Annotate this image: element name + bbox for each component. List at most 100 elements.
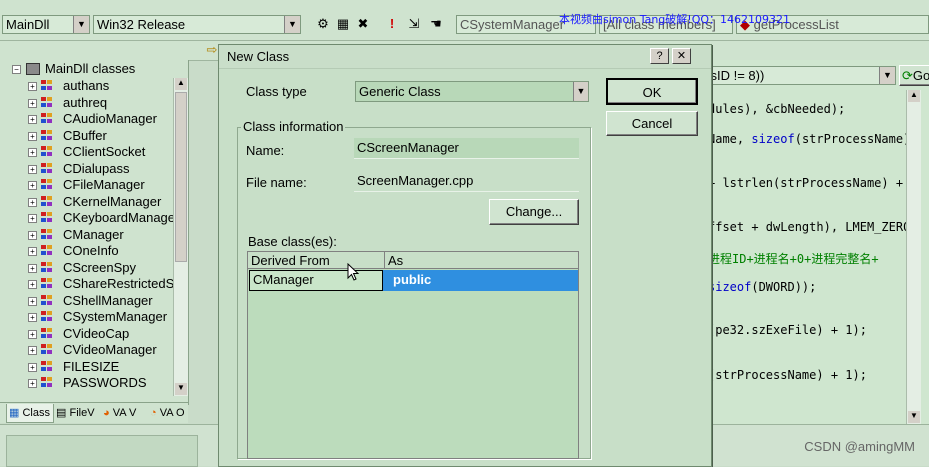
close-icon[interactable]: ✕ [672,48,691,64]
expand-icon[interactable]: + [28,247,37,256]
goto-combo-value: ssID != 8)) [704,68,765,83]
tab-label: FileV [69,407,95,419]
tab-va-outline[interactable]: ◔ VA O [148,404,190,422]
code-token: (DWORD)); [751,280,817,294]
dialog-title: New Class [227,49,290,64]
tree-item-label: CAudioManager [63,111,157,126]
tree-item-label: CFileManager [63,177,145,192]
class-icon [41,195,55,208]
class-icon [41,311,55,323]
tree-item-label: authans [63,78,110,93]
project-combo[interactable]: MainDll ▼ [2,15,90,34]
compile-icon[interactable]: ⚙ [314,15,332,33]
expand-icon[interactable]: + [28,313,37,322]
dialog-titlebar: New Class ? ✕ [219,45,711,69]
expand-icon[interactable]: + [28,362,37,372]
tree-item-label: COneInfo [63,243,119,258]
build-icon[interactable]: ▦ [334,15,352,33]
csdn-watermark: CSDN @amingMM [804,439,915,454]
expand-icon[interactable]: + [28,131,37,141]
expand-icon[interactable]: + [28,280,37,289]
scroll-up-icon[interactable]: ▲ [908,90,920,102]
execute-icon[interactable]: ! [383,15,401,33]
tab-va-view[interactable]: ◕ VA V [101,404,145,422]
tree-item-label: authreq [63,94,108,110]
expand-icon[interactable]: + [28,296,37,306]
help-icon[interactable]: ? [650,48,669,64]
tree-root-label: MainDll classes [45,61,136,76]
scroll-up-icon[interactable]: ▲ [175,78,187,90]
row-as-cell[interactable]: public [383,270,578,291]
class-icon [41,360,55,373]
expand-icon[interactable]: + [28,148,37,157]
code-line: + lstrlen(strProcessName) + [708,176,903,190]
scroll-thumb[interactable] [175,92,187,262]
code-line: (pe32.szExeFile) + 1); [708,323,867,337]
code-token: + lstrlen(strProcessName) + [708,176,904,190]
project-combo-value: MainDll [6,17,50,32]
base-classes-grid[interactable]: Derived From As public CManager [247,251,579,459]
tree-item-label: CKernelManager [63,193,162,209]
expand-icon[interactable]: + [28,181,37,190]
code-line: (strProcessName) + 1); [708,368,867,382]
expand-icon[interactable]: + [28,379,37,388]
cancel-button[interactable]: Cancel [606,111,698,136]
chevron-down-icon[interactable]: ▼ [879,67,895,84]
code-token: ffset + dwLength), LMEM_ZEROI [708,220,918,234]
scroll-down-icon[interactable]: ▼ [175,383,187,395]
stop-build-icon[interactable]: ✖ [354,15,372,33]
class-type-value: Generic Class [359,84,441,99]
class-icon [41,278,55,290]
config-combo-value: Win32 Release [97,17,186,32]
change-button[interactable]: Change... [489,199,579,225]
class-icon [41,162,55,175]
chevron-down-icon[interactable]: ▼ [73,16,89,33]
expand-icon[interactable]: + [28,329,37,339]
tree-item-label: CSystemManager [63,309,168,324]
chevron-down-icon[interactable]: ▼ [284,16,300,33]
chevron-down-icon[interactable]: ▼ [573,82,588,101]
expand-icon[interactable]: + [28,115,37,124]
col-derived-from[interactable]: Derived From [248,252,385,269]
tree-item-label: CVideoCap [63,325,130,341]
config-combo[interactable]: Win32 Release ▼ [93,15,301,34]
class-view-scrollbar[interactable]: ▲ ▼ [173,78,188,396]
tab-label: Class [22,407,50,419]
expand-icon[interactable]: + [28,263,37,273]
hand-icon[interactable]: ☚ [427,15,445,33]
tab-class-view[interactable]: ▦ Class [6,404,54,423]
expand-icon[interactable]: + [28,346,37,355]
tree-item-label: PASSWORDS [63,375,147,390]
tab-label: VA V [112,407,137,419]
class-icon [41,96,55,109]
expand-icon[interactable]: + [28,164,37,174]
code-line: 进程ID+进程名+0+进程完整名+ [708,250,879,267]
tree-item-label: FILESIZE [63,358,120,374]
watermark: 本视频由simon Tang破解!QQ：1462109321 [559,13,791,26]
go-icon[interactable]: ⇲ [405,15,423,33]
expand-icon[interactable]: + [28,230,37,240]
code-editor[interactable]: ssID != 8)) ▼ ⟳Go dules), &cbNeeded); Nam… [700,60,929,440]
expand-icon[interactable]: + [28,82,37,91]
class-icon [41,245,55,257]
col-as[interactable]: As [385,252,578,269]
tab-label: VA O [159,407,185,419]
goto-combo[interactable]: ssID != 8)) ▼ [700,66,896,85]
code-token: Name, [708,132,752,146]
tree-item-label: CKeyboardManage [63,210,176,225]
project-icon [26,63,40,75]
go-button[interactable]: ⟳Go [899,65,929,86]
expand-icon[interactable]: + [28,98,37,108]
editor-scrollbar[interactable]: ▲ ▼ [906,90,921,440]
expand-icon[interactable]: + [28,214,37,223]
ok-button[interactable]: OK [606,78,698,105]
tab-file-view[interactable]: ▤ FileV [54,404,98,422]
name-field[interactable]: CScreenManager [354,138,579,159]
collapse-icon[interactable]: − [12,65,21,74]
class-icon [41,228,55,241]
class-type-select[interactable]: Generic Class ▼ [355,81,589,102]
derived-from-input[interactable]: CManager [249,270,383,291]
expand-icon[interactable]: + [28,197,37,207]
scroll-down-icon[interactable]: ▼ [908,411,920,423]
tree-item-label: CVideoManager [63,342,157,357]
